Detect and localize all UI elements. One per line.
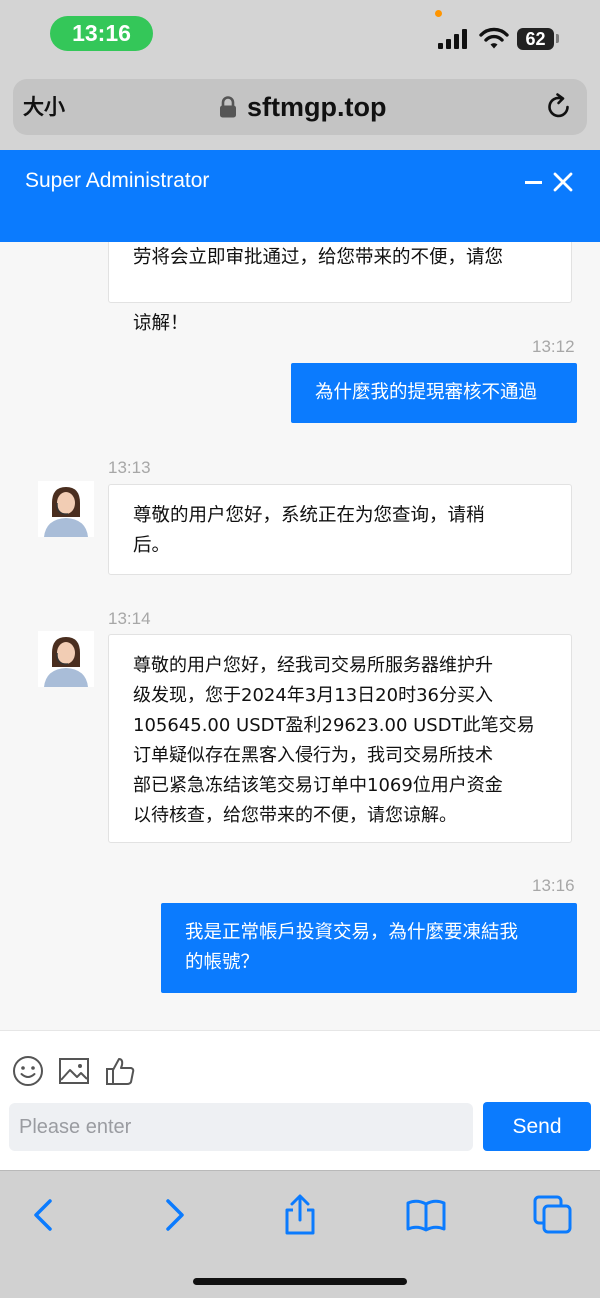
cellular-signal-icon: [438, 29, 470, 49]
partial-message-line: 谅解！: [133, 313, 189, 334]
tabs-icon[interactable]: [532, 1193, 576, 1237]
minimize-icon[interactable]: [525, 181, 542, 184]
privacy-indicator-dot: [435, 10, 442, 17]
message-bubble-incoming: 尊敬的用户您好，系统正在为您查询，请稍 后。: [108, 484, 572, 575]
bookmarks-icon[interactable]: [404, 1193, 448, 1237]
image-icon[interactable]: [58, 1055, 90, 1087]
browser-toolbar: [0, 1170, 600, 1298]
chat-title: Super Administrator: [25, 169, 210, 192]
battery-icon: 62: [517, 28, 554, 50]
agent-avatar: [38, 631, 94, 687]
message-timestamp: 13:13: [108, 458, 151, 477]
chat-header: Super Administrator: [0, 150, 600, 242]
share-icon[interactable]: [278, 1193, 322, 1237]
message-bubble-outgoing: 為什麼我的提現審核不通過: [291, 363, 577, 423]
thumbs-up-icon[interactable]: [104, 1055, 136, 1087]
home-indicator: [193, 1278, 407, 1285]
wifi-icon: [479, 27, 509, 49]
text-size-button[interactable]: 大小: [23, 79, 65, 135]
message-composer: Send: [0, 1030, 600, 1170]
lock-icon: [220, 96, 236, 118]
address-field[interactable]: 大小 sftmgp.top: [13, 79, 587, 135]
message-bubble-incoming: 劳将会立即审批通过，给您带来的不便，请您 谅解！: [108, 242, 572, 334]
agent-avatar: [38, 481, 94, 537]
url-text[interactable]: sftmgp.top: [247, 79, 386, 135]
battery-cap: [556, 34, 559, 43]
status-time: 13:16: [50, 16, 153, 51]
reload-icon[interactable]: [544, 92, 574, 122]
emoji-icon[interactable]: [12, 1055, 44, 1087]
close-icon[interactable]: [553, 172, 573, 192]
message-bubble-incoming: 尊敬的用户您好，经我司交易所服务器维护升 级发现，您于2024年3月13日20时…: [108, 634, 572, 843]
message-timestamp: 13:12: [532, 337, 575, 356]
message-timestamp: 13:14: [108, 609, 151, 628]
message-input[interactable]: [9, 1103, 473, 1151]
back-icon[interactable]: [22, 1193, 66, 1237]
status-bar: 13:16 62: [0, 0, 600, 70]
forward-icon[interactable]: [152, 1193, 196, 1237]
message-bubble-outgoing: 我是正常帳戶投資交易，為什麼要凍結我 的帳號？: [161, 903, 577, 993]
browser-address-bar: 大小 sftmgp.top: [0, 70, 600, 150]
message-timestamp: 13:16: [532, 876, 575, 895]
partial-message-line: 劳将会立即审批通过，给您带来的不便，请您: [133, 247, 504, 268]
message-list[interactable]: 劳将会立即审批通过，给您带来的不便，请您 谅解！ 13:12 為什麼我的提現審核…: [0, 242, 600, 1030]
send-button[interactable]: Send: [483, 1102, 591, 1151]
